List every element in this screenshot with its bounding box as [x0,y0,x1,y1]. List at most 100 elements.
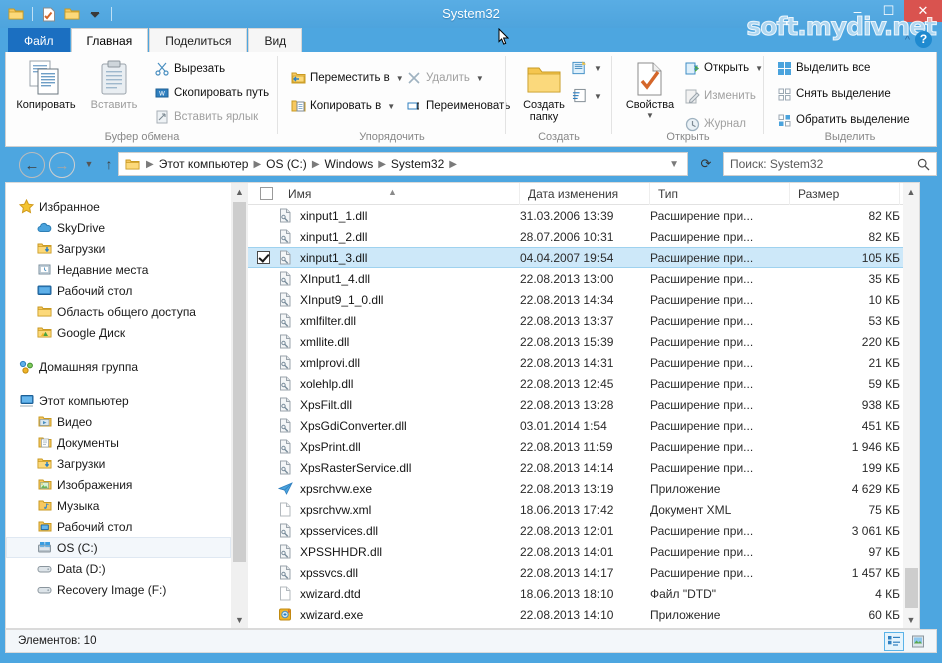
sidebar-section-homegroup[interactable]: Домашняя группа [6,356,231,377]
table-row[interactable]: XpsFilt.dll 22.08.2013 13:28 Расширение … [248,394,919,415]
tab-view[interactable]: Вид [248,28,303,53]
file-name-cell[interactable]: XInput1_4.dll [278,271,520,287]
move-to-button[interactable]: Переместить в ▼ [290,68,404,88]
file-name-cell[interactable]: XInput9_1_0.dll [278,292,520,308]
properties-icon[interactable] [39,4,59,24]
sidebar-item-documents[interactable]: Документы [6,432,231,453]
table-row[interactable]: XInput1_4.dll 22.08.2013 13:00 Расширени… [248,268,919,289]
breadcrumb-item-os-c[interactable]: OS (C:) [263,157,310,171]
tab-share[interactable]: Поделиться [149,28,248,53]
navigation-pane[interactable]: Избранное SkyDrive Загрузки Недавние мес… [5,182,231,629]
back-button[interactable]: ← [19,152,45,178]
folder-icon[interactable] [6,4,26,24]
sidebar-item-downloads[interactable]: Загрузки [6,238,231,259]
sidebar-section-this-pc[interactable]: Этот компьютер [6,390,231,411]
sidebar-item-public[interactable]: Область общего доступа [6,301,231,322]
breadcrumb-separator[interactable]: ▶ [376,159,388,170]
file-list-scrollbar[interactable]: ▲ ▼ [903,182,920,629]
copy-to-button[interactable]: Копировать в ▼ [290,96,395,116]
navigation-pane-scrollbar[interactable]: ▲ ▼ [231,182,248,629]
table-row[interactable]: xinput1_1.dll 31.03.2006 13:39 Расширени… [248,205,919,226]
sidebar-item-music[interactable]: Музыка [6,495,231,516]
table-row[interactable]: xmlprovi.dll 22.08.2013 14:31 Расширение… [248,352,919,373]
chevron-down-icon[interactable]: ▼ [667,159,687,170]
cut-button[interactable]: Вырезать [154,59,225,79]
sidebar-item-downloads-pc[interactable]: Загрузки [6,453,231,474]
file-name-cell[interactable]: xinput1_1.dll [278,208,520,224]
sidebar-item-recovery-f[interactable]: Recovery Image (F:) [6,579,231,600]
table-row[interactable]: xolehlp.dll 22.08.2013 12:45 Расширение … [248,373,919,394]
close-button[interactable]: ✕ [904,0,942,22]
breadcrumb-separator[interactable]: ▶ [310,159,322,170]
collapse-ribbon-icon[interactable]: ^ [905,34,910,46]
file-name-cell[interactable]: xwizard.dtd [278,586,520,602]
sidebar-item-google-drive[interactable]: Google Диск [6,322,231,343]
table-row[interactable]: xinput1_3.dll 04.04.2007 19:54 Расширени… [248,247,919,268]
copy-path-button[interactable]: W Скопировать путь [154,83,269,103]
sidebar-item-data-d[interactable]: Data (D:) [6,558,231,579]
breadcrumb-item-windows[interactable]: Windows [322,157,377,171]
chevron-down-icon[interactable]: ▼ [387,102,395,111]
file-name-cell[interactable]: xolehlp.dll [278,376,520,392]
file-name-cell[interactable]: XpsGdiConverter.dll [278,418,520,434]
file-name-cell[interactable]: xmllite.dll [278,334,520,350]
sidebar-item-os-c[interactable]: OS (C:) [6,537,231,558]
scroll-up-icon[interactable]: ▲ [231,183,248,200]
table-row[interactable]: xwizard.dtd 18.06.2013 18:10 Файл "DTD" … [248,583,919,604]
table-row[interactable]: XpsPrint.dll 22.08.2013 11:59 Расширение… [248,436,919,457]
breadcrumb-separator[interactable]: ▶ [447,159,459,170]
sidebar-item-skydrive[interactable]: SkyDrive [6,217,231,238]
chevron-down-icon[interactable]: ▼ [618,111,682,120]
scrollbar-thumb[interactable] [233,202,246,562]
column-header-type[interactable]: Тип [650,183,790,205]
chevron-down-icon[interactable]: ▼ [476,74,484,83]
edit-button[interactable]: Изменить [684,86,756,106]
file-name-cell[interactable]: xinput1_3.dll [278,250,520,266]
rename-button[interactable]: Переименовать [406,96,510,116]
search-input[interactable]: Поиск: System32 [730,157,917,171]
row-checkbox-cell[interactable] [248,251,278,264]
copy-button[interactable]: Копировать [14,56,78,111]
minimize-button[interactable]: – [842,0,873,22]
breadcrumb[interactable]: ▶ Этот компьютер ▶ OS (C:) ▶ Windows ▶ S… [118,152,688,176]
row-checkbox[interactable] [256,251,270,264]
paste-shortcut-button[interactable]: Вставить ярлык [154,107,258,127]
table-row[interactable]: xpssvcs.dll 22.08.2013 14:17 Расширение … [248,562,919,583]
table-row[interactable]: xpsrchvw.xml 18.06.2013 17:42 Документ X… [248,499,919,520]
chevron-down-icon[interactable]: ▼ [594,92,602,101]
maximize-button[interactable]: ☐ [873,0,904,22]
table-row[interactable]: xmllite.dll 22.08.2013 15:39 Расширение … [248,331,919,352]
table-row[interactable]: XInput9_1_0.dll 22.08.2013 14:34 Расшире… [248,289,919,310]
file-list-pane[interactable]: ▲ Имя Дата изменения Тип Размер xinput1_… [248,182,920,629]
sidebar-item-pictures[interactable]: Изображения [6,474,231,495]
new-folder-icon[interactable] [62,4,82,24]
file-name-cell[interactable]: xinput1_2.dll [278,229,520,245]
easy-access-button[interactable]: ▼ [572,86,602,106]
table-row[interactable]: xpsrchvw.exe 22.08.2013 13:19 Приложение… [248,478,919,499]
file-name-cell[interactable]: xmlfilter.dll [278,313,520,329]
table-row[interactable]: xpsservices.dll 22.08.2013 12:01 Расшире… [248,520,919,541]
breadcrumb-item-system32[interactable]: System32 [388,157,447,171]
select-none-button[interactable]: Снять выделение [776,84,891,104]
file-name-cell[interactable]: xpsrchvw.xml [278,502,520,518]
table-row[interactable]: xmlfilter.dll 22.08.2013 13:37 Расширени… [248,310,919,331]
tab-file[interactable]: Файл [8,28,70,53]
new-folder-button[interactable]: Создать папку [512,56,576,123]
scroll-up-icon[interactable]: ▲ [903,183,919,200]
file-name-cell[interactable]: xmlprovi.dll [278,355,520,371]
large-icons-view-button[interactable] [908,632,928,651]
file-name-cell[interactable]: XpsPrint.dll [278,439,520,455]
file-name-cell[interactable]: XpsFilt.dll [278,397,520,413]
chevron-down-icon[interactable] [85,4,105,24]
properties-button[interactable]: Свойства ▼ [618,56,682,120]
new-item-button[interactable]: ▼ [572,58,602,78]
scroll-down-icon[interactable]: ▼ [231,611,248,628]
search-icon[interactable] [917,158,930,171]
table-row[interactable]: xwizard.exe 22.08.2013 14:10 Приложение … [248,604,919,625]
search-box[interactable]: Поиск: System32 [723,152,937,176]
file-name-cell[interactable]: xwizard.exe [278,607,520,623]
table-row[interactable]: xinput1_2.dll 28.07.2006 10:31 Расширени… [248,226,919,247]
details-view-button[interactable] [884,632,904,651]
delete-button[interactable]: Удалить ▼ [406,68,484,88]
table-row[interactable]: XpsGdiConverter.dll 03.01.2014 1:54 Расш… [248,415,919,436]
